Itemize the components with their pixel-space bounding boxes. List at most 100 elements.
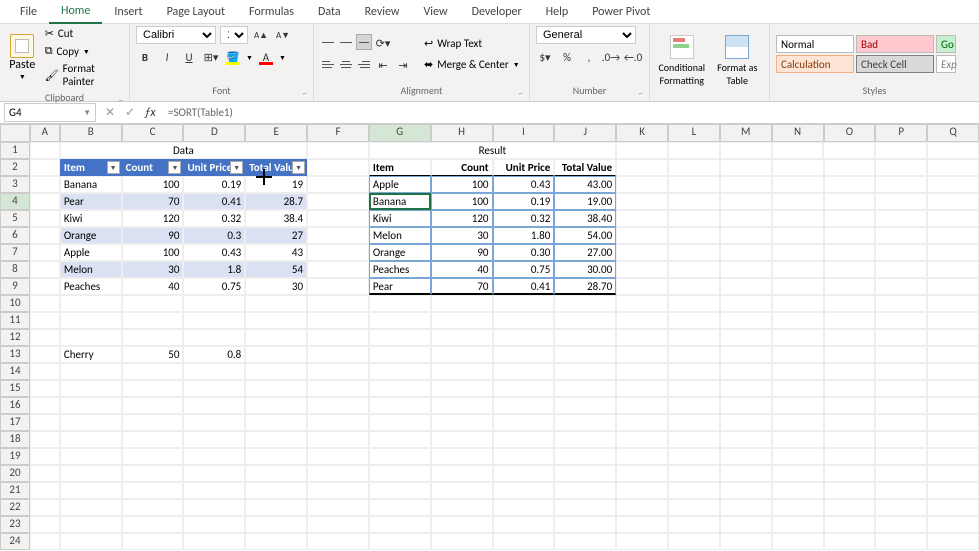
cell-I15[interactable] [493,380,555,397]
data-cell-item[interactable]: Pear [60,193,122,210]
cell-M12[interactable] [720,329,772,346]
cell-I21[interactable] [493,482,555,499]
cell-G16[interactable] [369,397,431,414]
cell-I18[interactable] [493,431,555,448]
cell-P9[interactable] [875,278,927,295]
cell-A9[interactable] [30,278,60,295]
filter-button-total-value[interactable]: ▼ [292,161,305,174]
cell-M22[interactable] [720,499,772,516]
cell-F23[interactable] [307,516,369,533]
cell-E13[interactable] [245,346,307,363]
data-cell-price[interactable]: 0.3 [183,227,245,244]
cell-N1[interactable] [772,142,824,159]
row-header-15[interactable]: 15 [0,380,30,397]
cell-Q24[interactable] [927,533,979,550]
cell-Q15[interactable] [927,380,979,397]
cell-N16[interactable] [772,397,824,414]
cell-B24[interactable] [60,533,122,550]
cell-A23[interactable] [30,516,60,533]
cell-F1[interactable] [307,142,369,159]
select-all-corner[interactable] [0,124,30,142]
cell-K5[interactable] [616,210,668,227]
cell-N14[interactable] [772,363,824,380]
cell-Q17[interactable] [927,414,979,431]
data-cell-item[interactable]: Peaches [60,278,122,295]
cell-Q4[interactable] [927,193,979,210]
cell-C11[interactable] [122,312,184,329]
cell-G18[interactable] [369,431,431,448]
result-cell-price[interactable]: 0.30 [493,244,555,261]
cell-G19[interactable] [369,448,431,465]
data-cell-total[interactable]: 54 [245,261,307,278]
cell-C14[interactable] [122,363,184,380]
cell-H15[interactable] [431,380,493,397]
align-bottom-button[interactable] [356,34,372,50]
row-header-12[interactable]: 12 [0,329,30,346]
row-header-13[interactable]: 13 [0,346,30,363]
column-header-B[interactable]: B [60,124,122,142]
cell-B10[interactable] [60,295,122,312]
column-header-L[interactable]: L [668,124,720,142]
cell-M24[interactable] [720,533,772,550]
cell-E23[interactable] [245,516,307,533]
row-header-1[interactable]: 1 [0,142,30,159]
cell-K13[interactable] [616,346,668,363]
cell-H21[interactable] [431,482,493,499]
cell-L1[interactable] [668,142,720,159]
row-header-20[interactable]: 20 [0,465,30,482]
cell-I16[interactable] [493,397,555,414]
cell-D14[interactable] [183,363,245,380]
cell-J13[interactable] [554,346,616,363]
cell-O14[interactable] [824,363,876,380]
cell-K1[interactable] [616,142,668,159]
cell-L12[interactable] [668,329,720,346]
cell-A1[interactable] [30,142,60,159]
cell-E17[interactable] [245,414,307,431]
cell-N17[interactable] [772,414,824,431]
cell-J19[interactable] [554,448,616,465]
cell-A2[interactable] [30,159,60,176]
style-bad[interactable]: Bad [856,35,934,53]
cell-B11[interactable] [60,312,122,329]
cell-J23[interactable] [554,516,616,533]
ribbon-tab-home[interactable]: Home [49,0,102,24]
cell-Q21[interactable] [927,482,979,499]
cell-L23[interactable] [668,516,720,533]
cell-E18[interactable] [245,431,307,448]
cell-M16[interactable] [720,397,772,414]
cell-J14[interactable] [554,363,616,380]
cell-K23[interactable] [616,516,668,533]
cell-C22[interactable] [122,499,184,516]
cell-A21[interactable] [30,482,60,499]
data-cell-item[interactable]: Banana [60,176,122,193]
result-cell-item[interactable]: Kiwi [369,210,431,227]
cell-O22[interactable] [824,499,876,516]
cell-H12[interactable] [431,329,493,346]
cell-J20[interactable] [554,465,616,482]
cell-L10[interactable] [668,295,720,312]
cell-G15[interactable] [369,380,431,397]
cell-L4[interactable] [668,193,720,210]
column-header-A[interactable]: A [30,124,60,142]
cell-B22[interactable] [60,499,122,516]
column-header-Q[interactable]: Q [927,124,979,142]
ribbon-tab-help[interactable]: Help [534,1,581,23]
style-calculation[interactable]: Calculation [776,55,854,73]
column-header-E[interactable]: E [245,124,307,142]
data-cell-count[interactable]: 90 [122,227,184,244]
cell-B18[interactable] [60,431,122,448]
cell-K20[interactable] [616,465,668,482]
cell-L21[interactable] [668,482,720,499]
cell-I13[interactable] [493,346,555,363]
cell-L22[interactable] [668,499,720,516]
row-header-19[interactable]: 19 [0,448,30,465]
cell-J11[interactable] [554,312,616,329]
cancel-formula-button[interactable]: ✕ [100,105,120,120]
cell-K15[interactable] [616,380,668,397]
data-cell-total[interactable]: 27 [245,227,307,244]
cell-P3[interactable] [875,176,927,193]
cell-K17[interactable] [616,414,668,431]
column-header-M[interactable]: M [720,124,772,142]
cell-A13[interactable] [30,346,60,363]
comma-button[interactable]: , [580,48,598,66]
